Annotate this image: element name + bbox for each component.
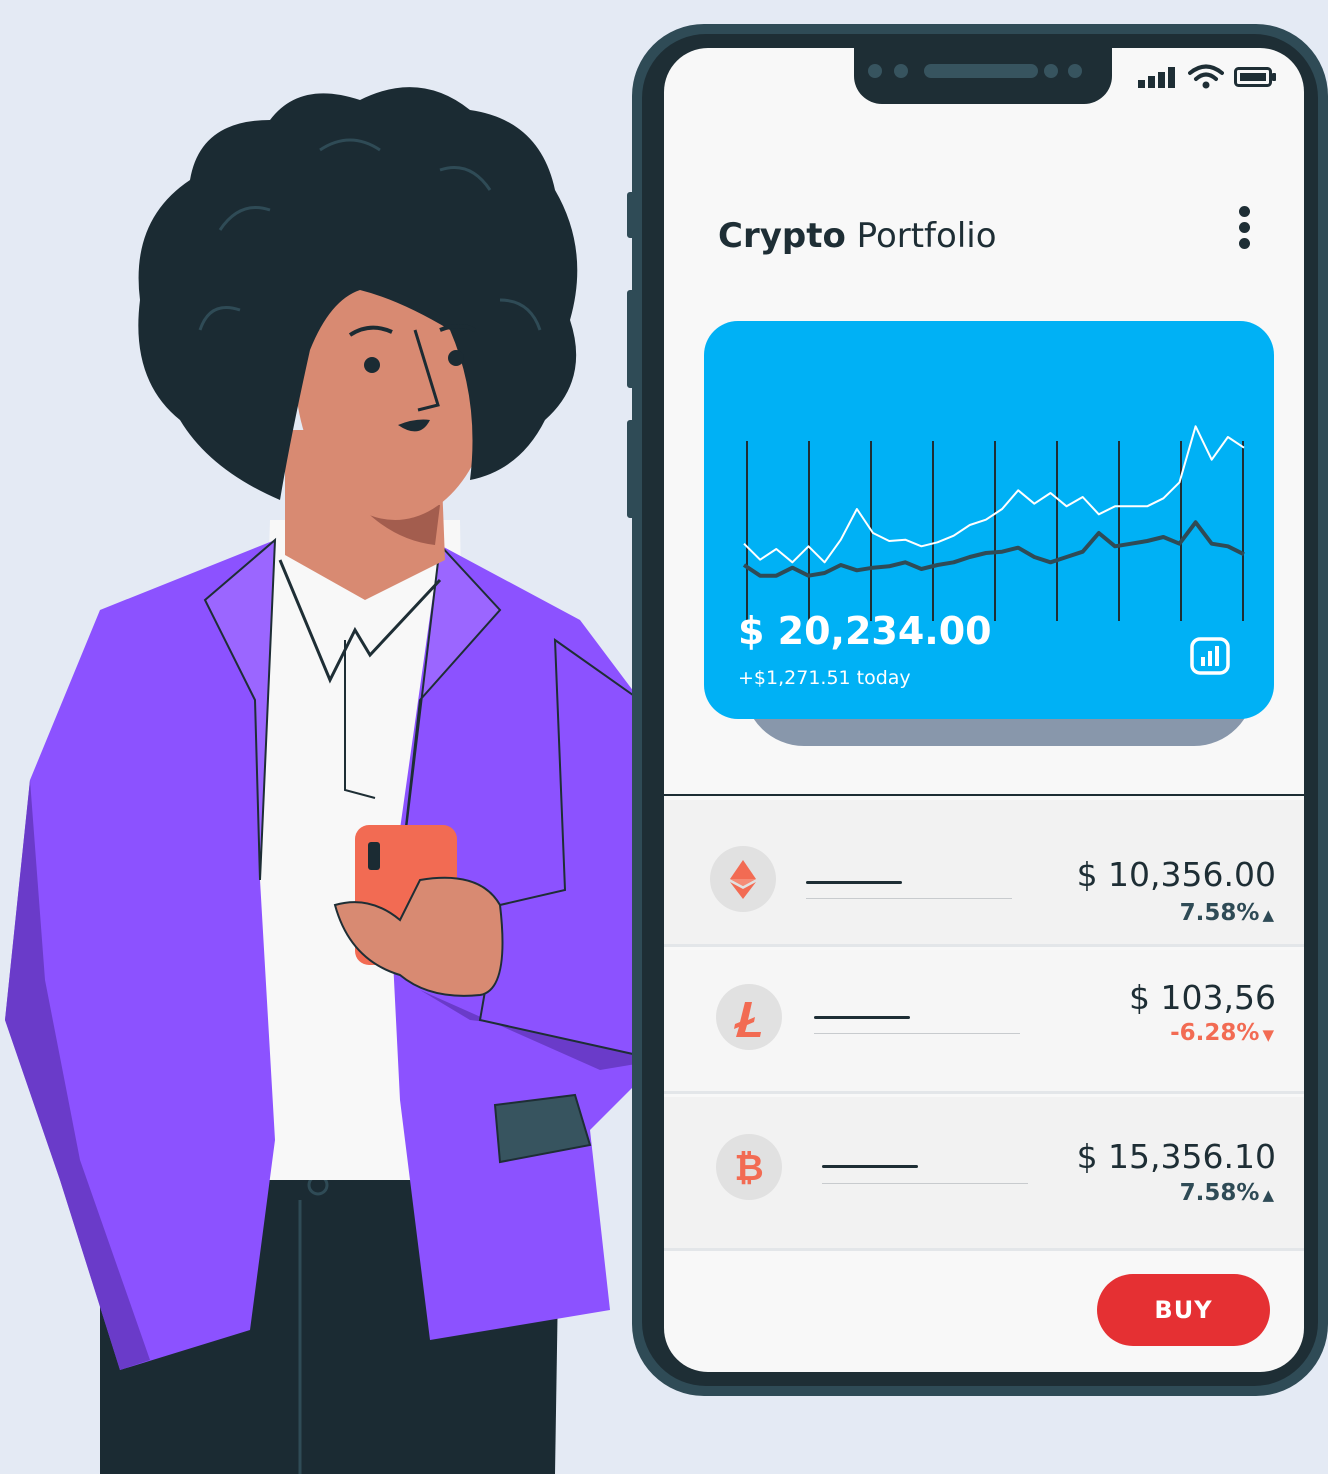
coin-row-litecoin[interactable]: $ 103,56 -6.28% ▼ (664, 950, 1304, 1094)
bitcoin-icon: ₿ (734, 1148, 763, 1189)
portfolio-total: $ 20,234.00 (738, 609, 992, 653)
battery-icon (1234, 67, 1276, 87)
coin-change: 7.58% ▲ (1180, 1180, 1274, 1206)
arrow-down-icon: ▼ (1262, 1026, 1274, 1044)
arrow-up-icon: ▲ (1262, 1186, 1274, 1204)
coin-subtitle-placeholder (806, 898, 1012, 899)
buy-button[interactable]: BUY (1097, 1274, 1270, 1346)
coin-change-value: 7.58% (1179, 1180, 1260, 1206)
portfolio-card: $ 20,234.00 +$1,271.51 today (704, 321, 1274, 719)
ethereum-icon (730, 860, 756, 899)
svg-text:₿: ₿ (734, 1148, 763, 1189)
coin-change-value: 7.58% (1179, 900, 1260, 926)
side-button (627, 420, 637, 518)
list-divider (664, 794, 1304, 796)
coin-price: $ 103,56 (1129, 978, 1276, 1017)
more-options-icon[interactable] (1234, 206, 1254, 254)
notch-dot (868, 64, 882, 78)
portfolio-change: +$1,271.51 today (738, 667, 911, 689)
coin-name-placeholder (822, 1165, 918, 1168)
coin-price: $ 15,356.10 (1076, 1137, 1276, 1176)
coin-row-bitcoin[interactable]: ₿ $ 15,356.10 7.58% ▲ (664, 1097, 1304, 1251)
coin-price: $ 10,356.00 (1076, 855, 1276, 894)
litecoin-icon (734, 1002, 761, 1037)
page-title: Crypto Portfolio (718, 216, 997, 256)
notch-speaker (924, 64, 1038, 78)
signal-icon (1138, 67, 1175, 88)
coin-name-placeholder (806, 881, 902, 884)
notch-dot (1044, 64, 1058, 78)
phone-screen: Crypto Portfolio $ 20,234.00 +$1,271.51 … (664, 48, 1304, 1372)
coin-name-placeholder (814, 1016, 910, 1019)
wifi-icon (1188, 64, 1224, 89)
illustration-scene: Crypto Portfolio $ 20,234.00 +$1,271.51 … (0, 0, 1328, 1474)
side-button (627, 290, 637, 388)
coin-change: 7.58% ▲ (1180, 900, 1274, 926)
coin-badge: ₿ (716, 1134, 782, 1200)
title-rest: Portfolio (856, 216, 997, 256)
coin-change-value: -6.28% (1170, 1020, 1260, 1046)
coin-subtitle-placeholder (822, 1183, 1028, 1184)
notch-dot (894, 64, 908, 78)
stats-icon[interactable] (1190, 637, 1230, 675)
person-illustration (5, 87, 687, 1474)
status-bar (1138, 62, 1276, 92)
coin-badge (710, 846, 776, 912)
coin-change: -6.28% ▼ (1170, 1020, 1274, 1046)
side-button (627, 192, 637, 238)
coin-badge (716, 984, 782, 1050)
notch-dot (1068, 64, 1082, 78)
title-bold: Crypto (718, 216, 846, 256)
portfolio-chart (742, 425, 1245, 621)
coin-row-ethereum[interactable]: $ 10,356.00 7.58% ▲ (664, 800, 1304, 947)
coin-subtitle-placeholder (814, 1033, 1020, 1034)
arrow-up-icon: ▲ (1262, 906, 1274, 924)
phone-notch (854, 48, 1112, 104)
